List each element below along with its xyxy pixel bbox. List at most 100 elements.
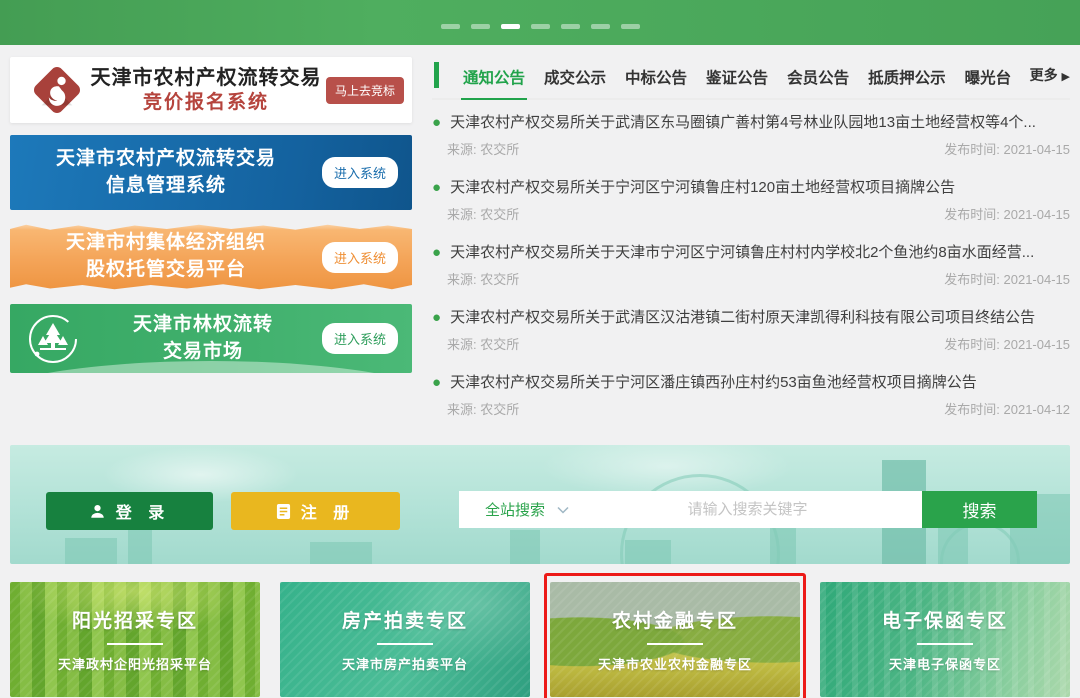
- tab-notice-announcements[interactable]: 通知公告: [461, 60, 527, 100]
- notice-time: 发布时间: 2021-04-15: [944, 139, 1070, 158]
- go-bid-button[interactable]: 马上去竞标: [326, 77, 404, 104]
- search-box: 全站搜索: [459, 491, 922, 528]
- zone-divider: [647, 643, 703, 645]
- page: 天津市农村产权流转交易 竞价报名系统 马上去竞标 天津市农村产权流转交易 信息管…: [0, 0, 1080, 698]
- notice-source: 来源: 农交所: [447, 399, 519, 418]
- carousel-dash[interactable]: [501, 24, 520, 29]
- zone-title: 房产拍卖专区: [342, 606, 468, 633]
- zone-title: 电子保函专区: [882, 606, 1008, 633]
- notice-list: ● 天津农村产权交易所关于武清区东马圈镇广善村第4号林业队园地13亩土地经营权等4…: [432, 100, 1070, 425]
- carousel-dash[interactable]: [621, 24, 640, 29]
- info-title-line2: 信息管理系统: [10, 173, 322, 200]
- tab-winning-bid[interactable]: 中标公告: [623, 60, 689, 98]
- register-label: 注 册: [301, 499, 355, 523]
- tab-pledge[interactable]: 抵质押公示: [866, 60, 948, 98]
- list-item[interactable]: ● 天津农村产权交易所关于宁河区潘庄镇西孙庄村约53亩鱼池经营权项目摘牌公告 来源…: [432, 360, 1070, 425]
- bidding-title-line2: 竞价报名系统: [86, 91, 326, 115]
- info-card-title: 天津市农村产权流转交易 信息管理系统: [10, 146, 322, 199]
- banner-equity-trusteeship-platform[interactable]: 天津市村集体经济组织 股权托管交易平台 进入系统: [10, 222, 412, 292]
- more-label: 更多: [1030, 67, 1058, 83]
- city-silhouette: [65, 538, 117, 564]
- notice-title[interactable]: 天津农村产权交易所关于武清区东马圈镇广善村第4号林业队园地13亩土地经营权等4个…: [450, 111, 1036, 132]
- notice-title[interactable]: 天津农村产权交易所关于天津市宁河区宁河镇鲁庄村村内学校北2个鱼池约8亩水面经营.…: [450, 241, 1034, 262]
- carousel-dash[interactable]: [471, 24, 490, 29]
- zone-slot: 房产拍卖专区 天津市房产拍卖平台: [280, 582, 530, 697]
- zone-title: 阳光招采专区: [72, 606, 198, 633]
- search-bar: 全站搜索 搜索: [459, 491, 1037, 528]
- bidding-diamond-logo: [28, 63, 86, 117]
- list-item[interactable]: ● 天津农村产权交易所关于武清区汉沽港镇二街村原天津凯得利科技有限公司项目终结公告…: [432, 295, 1070, 360]
- register-form-icon: [276, 503, 291, 520]
- user-icon: [89, 503, 106, 520]
- bullet-icon: ●: [432, 309, 441, 326]
- search-button[interactable]: 搜索: [922, 491, 1037, 528]
- more-link[interactable]: 更多 ▶: [1030, 65, 1070, 93]
- carousel-dash[interactable]: [591, 24, 610, 29]
- notice-title[interactable]: 天津农村产权交易所关于宁河区潘庄镇西孙庄村约53亩鱼池经营权项目摘牌公告: [450, 371, 977, 392]
- equity-title-line1: 天津市村集体经济组织: [10, 230, 322, 257]
- zone-divider: [107, 643, 163, 645]
- banner-info-management-system[interactable]: 天津市农村产权流转交易 信息管理系统 进入系统: [10, 135, 412, 210]
- forest-title-line2: 交易市场: [84, 339, 322, 366]
- login-button[interactable]: 登 录: [46, 492, 213, 530]
- notice-source: 来源: 农交所: [447, 204, 519, 223]
- tab-member[interactable]: 会员公告: [785, 60, 851, 98]
- zone-subtitle: 天津政村企阳光招采平台: [58, 654, 212, 673]
- tab-exposure[interactable]: 曝光台: [963, 60, 1014, 98]
- banner-bidding-system[interactable]: 天津市农村产权流转交易 竞价报名系统 马上去竞标: [10, 57, 412, 123]
- forest-title-line1: 天津市林权流转: [84, 312, 322, 339]
- bidding-title-line1: 天津市农村产权流转交易: [86, 66, 326, 91]
- notice-time: 发布时间: 2021-04-12: [944, 399, 1070, 418]
- zone-subtitle: 天津电子保函专区: [889, 654, 1001, 673]
- forest-enter-system-button[interactable]: 进入系统: [322, 323, 398, 354]
- carousel-dash[interactable]: [531, 24, 550, 29]
- chevron-down-icon[interactable]: [557, 506, 569, 514]
- notice-source: 来源: 农交所: [447, 334, 519, 353]
- zone-subtitle: 天津市农业农村金融专区: [598, 654, 752, 673]
- info-enter-system-button[interactable]: 进入系统: [322, 157, 398, 188]
- notice-time: 发布时间: 2021-04-15: [944, 204, 1070, 223]
- list-item[interactable]: ● 天津农村产权交易所关于天津市宁河区宁河镇鲁庄村村内学校北2个鱼池约8亩水面经营…: [432, 230, 1070, 295]
- search-input[interactable]: [573, 491, 922, 528]
- list-item[interactable]: ●天津农村产权交易所关于武清区东马圈镇广善村第4号林业队园地13亩土地经营权等4…: [432, 100, 1070, 165]
- tabbar-accent-bar: [434, 62, 439, 88]
- forest-card-title: 天津市林权流转 交易市场: [84, 312, 322, 365]
- zone-real-estate-auction[interactable]: 房产拍卖专区 天津市房产拍卖平台: [280, 582, 530, 697]
- notice-panel: 通知公告 成交公示 中标公告 鉴证公告 会员公告 抵质押公示 曝光台 更多 ▶ …: [432, 60, 1070, 425]
- notice-time: 发布时间: 2021-04-15: [944, 334, 1070, 353]
- tab-authentication[interactable]: 鉴证公告: [704, 60, 770, 98]
- bidding-card-title: 天津市农村产权流转交易 竞价报名系统: [86, 66, 326, 115]
- equity-enter-system-button[interactable]: 进入系统: [322, 242, 398, 273]
- list-item[interactable]: ●天津农村产权交易所关于宁河区宁河镇鲁庄村120亩土地经营权项目摘牌公告 来源:…: [432, 165, 1070, 230]
- notice-time: 发布时间: 2021-04-15: [944, 269, 1070, 288]
- login-label: 登 录: [116, 499, 170, 523]
- carousel-dash[interactable]: [441, 24, 460, 29]
- notice-source: 来源: 农交所: [447, 269, 519, 288]
- notice-title[interactable]: 天津农村产权交易所关于宁河区宁河镇鲁庄村120亩土地经营权项目摘牌公告: [450, 176, 955, 197]
- forest-trees-icon: [26, 312, 80, 366]
- main-content: 天津市农村产权流转交易 竞价报名系统 马上去竞标 天津市农村产权流转交易 信息管…: [0, 45, 1080, 698]
- notice-title[interactable]: 天津农村产权交易所关于武清区汉沽港镇二街村原天津凯得利科技有限公司项目终结公告: [450, 306, 1035, 327]
- tab-deal-publicity[interactable]: 成交公示: [542, 60, 608, 98]
- carousel-dash[interactable]: [561, 24, 580, 29]
- zone-subtitle: 天津市房产拍卖平台: [342, 654, 468, 673]
- carousel-dashes: [441, 24, 640, 29]
- zone-divider: [377, 643, 433, 645]
- register-button[interactable]: 注 册: [231, 492, 400, 530]
- zone-divider: [917, 643, 973, 645]
- zone-sunshine-procurement[interactable]: 阳光招采专区 天津政村企阳光招采平台: [10, 582, 260, 697]
- notice-source: 来源: 农交所: [447, 139, 519, 158]
- bullet-icon: ●: [432, 244, 441, 261]
- search-scope-select[interactable]: 全站搜索: [459, 499, 557, 520]
- zone-electronic-guarantee[interactable]: 电子保函专区 天津电子保函专区: [820, 582, 1070, 697]
- more-arrow-icon: ▶: [1062, 71, 1070, 83]
- zone-cards: 阳光招采专区 天津政村企阳光招采平台 房产拍卖专区 天津市房产拍卖平台 农村金融…: [10, 582, 1070, 697]
- zone-rural-finance[interactable]: 农村金融专区 天津市农业农村金融专区: [550, 582, 800, 697]
- banner-forest-rights-market[interactable]: 天津市林权流转 交易市场 进入系统: [10, 304, 412, 373]
- hero-banner: 登 录 注 册 全站搜索 搜索: [10, 445, 1070, 564]
- equity-card-title: 天津市村集体经济组织 股权托管交易平台: [10, 230, 322, 283]
- bullet-icon: ●: [432, 374, 441, 391]
- zone-slot: 电子保函专区 天津电子保函专区: [820, 582, 1070, 697]
- sidebar-banners: 天津市农村产权流转交易 竞价报名系统 马上去竞标 天津市农村产权流转交易 信息管…: [10, 45, 412, 373]
- zone-title: 农村金融专区: [612, 606, 738, 633]
